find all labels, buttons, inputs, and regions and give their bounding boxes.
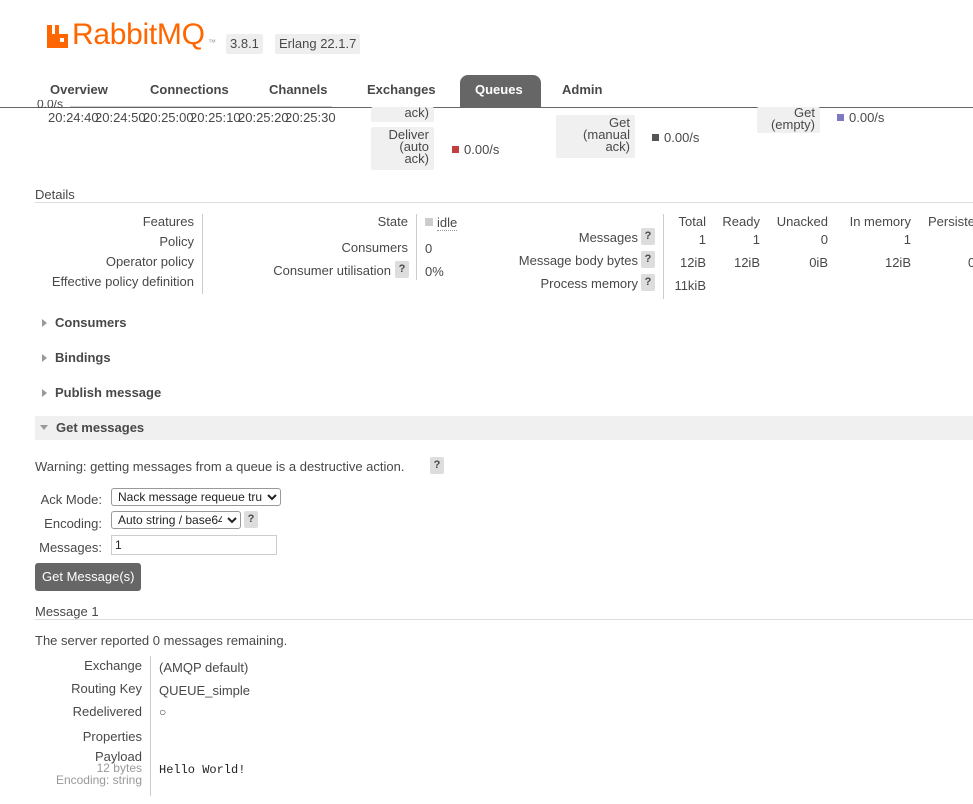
encoding-select[interactable]: Auto string / base64: [111, 511, 241, 529]
body-bytes-ready: 12iB: [733, 255, 760, 270]
legend-swatch: [452, 146, 459, 153]
exchange-label: Exchange: [84, 658, 142, 673]
help-button[interactable]: ?: [641, 228, 655, 245]
help-button[interactable]: ?: [641, 274, 655, 291]
process-memory-total: 11kiB: [674, 278, 706, 293]
redelivered-value: ○: [159, 705, 167, 719]
messages-total: 1: [698, 232, 706, 247]
messages-in-memory: 1: [903, 232, 911, 247]
tab-queues[interactable]: Queues: [460, 75, 541, 108]
redelivered-label: Redelivered: [72, 704, 142, 719]
chart-x-tick: 20:25:20: [238, 110, 289, 125]
operator-policy-label: Operator policy: [105, 254, 194, 269]
column-divider: [416, 214, 417, 280]
section-bindings-toggle[interactable]: Bindings: [35, 346, 973, 370]
column-divider: [663, 214, 664, 299]
col-header-in-memory: In memory: [849, 214, 911, 229]
chart-x-tick: 20:24:50: [95, 110, 146, 125]
consumers-value: 0: [425, 241, 433, 256]
chevron-right-icon: [42, 319, 47, 327]
effective-policy-label: Effective policy definition: [51, 274, 194, 289]
messages-unacked: 0: [820, 232, 828, 247]
payload-encoding: Encoding: string: [55, 773, 142, 787]
rate-get-empty: 0.00/s: [837, 110, 884, 125]
chevron-right-icon: [42, 389, 47, 397]
messages-row-label: Messages: [578, 230, 638, 245]
body-bytes-row-label: Message body bytes: [518, 253, 638, 268]
main-nav-tabs: Overview Connections Channels Exchanges …: [0, 75, 973, 108]
features-label: Features: [142, 214, 194, 229]
details-divider: [35, 202, 973, 203]
consumer-utilisation-value: 0%: [425, 264, 444, 279]
properties-label: Properties: [82, 729, 142, 744]
chart-x-tick: 20:25:10: [190, 110, 241, 125]
message-1-title: Message 1: [35, 604, 99, 619]
section-get-messages-toggle[interactable]: Get messages: [35, 416, 973, 440]
brand-name: RabbitMQ: [72, 18, 205, 51]
state-indicator-icon: [425, 218, 433, 226]
ack-mode-label: Ack Mode:: [40, 492, 102, 507]
encoding-label: Encoding:: [44, 516, 102, 531]
chevron-right-icon: [42, 354, 47, 362]
tab-exchanges[interactable]: Exchanges: [352, 75, 451, 107]
col-header-persistent: Persiste: [928, 214, 973, 229]
section-consumers-toggle[interactable]: Consumers: [35, 311, 973, 335]
messages-count-label: Messages:: [39, 540, 102, 555]
help-button[interactable]: ?: [395, 261, 409, 278]
erlang-version: Erlang 22.1.7: [275, 34, 361, 54]
help-button[interactable]: ?: [641, 251, 655, 268]
routing-key-label: Routing Key: [71, 681, 142, 696]
payload-value: Hello World!: [159, 763, 246, 777]
tab-channels[interactable]: Channels: [254, 75, 343, 107]
rate-get-manual-ack: 0.00/s: [652, 130, 699, 145]
consumers-label: Consumers: [341, 240, 408, 255]
get-messages-button[interactable]: Get Message(s): [35, 563, 142, 591]
col-header-total: Total: [678, 214, 706, 229]
messages-count-input[interactable]: [111, 535, 277, 555]
legend-swatch: [837, 114, 844, 121]
exchange-value: (AMQP default): [159, 660, 249, 675]
chart-x-tick: 20:25:30: [285, 110, 336, 125]
ack-mode-select[interactable]: Nack message requeue true: [111, 488, 281, 506]
policy-label: Policy: [159, 234, 194, 249]
column-divider: [202, 214, 203, 294]
column-divider: [150, 656, 151, 796]
state-value: idle: [425, 215, 458, 231]
message-divider: [35, 619, 973, 620]
trademark: ™: [208, 38, 216, 47]
destructive-warning: Warning: getting messages from a queue i…: [35, 459, 405, 474]
col-header-unacked: Unacked: [776, 214, 828, 229]
tab-admin[interactable]: Admin: [547, 75, 617, 107]
col-header-ready: Ready: [722, 214, 760, 229]
rate-ack-label: ack): [371, 107, 434, 122]
body-bytes-in-memory: 12iB: [884, 255, 911, 270]
chart-x-tick: 20:25:00: [143, 110, 194, 125]
chart-x-tick: 20:24:40: [48, 110, 99, 125]
legend-swatch: [652, 134, 659, 141]
rabbit-logo-icon: [47, 25, 68, 48]
routing-key-value: QUEUE_simple: [159, 683, 251, 698]
messages-ready: 1: [752, 232, 760, 247]
body-bytes-persistent: 0: [968, 255, 973, 270]
help-button[interactable]: ?: [244, 511, 258, 528]
body-bytes-total: 12iB: [679, 255, 706, 270]
rate-deliver-auto-ack-label: Deliver (auto ack): [371, 127, 434, 170]
state-label: State: [377, 214, 408, 229]
process-memory-row-label: Process memory: [540, 276, 638, 291]
tab-connections[interactable]: Connections: [135, 75, 244, 107]
messages-remaining: The server reported 0 messages remaining…: [35, 633, 288, 648]
details-title: Details: [35, 187, 75, 202]
body-bytes-unacked: 0iB: [809, 255, 828, 270]
help-button[interactable]: ?: [430, 457, 444, 474]
rate-get-empty-label: Get (empty): [757, 106, 820, 133]
section-publish-message-toggle[interactable]: Publish message: [35, 381, 973, 405]
consumer-utilisation-label: Consumer utilisation: [273, 263, 391, 278]
rate-get-manual-ack-label: Get (manual ack): [556, 115, 635, 158]
rabbitmq-version: 3.8.1: [226, 34, 263, 54]
rate-deliver-auto-ack: 0.00/s: [452, 142, 499, 157]
chevron-down-icon: [40, 425, 48, 430]
chart-x-axis: 20:24:40 20:24:50 20:25:00 20:25:10 20:2…: [0, 106, 360, 126]
